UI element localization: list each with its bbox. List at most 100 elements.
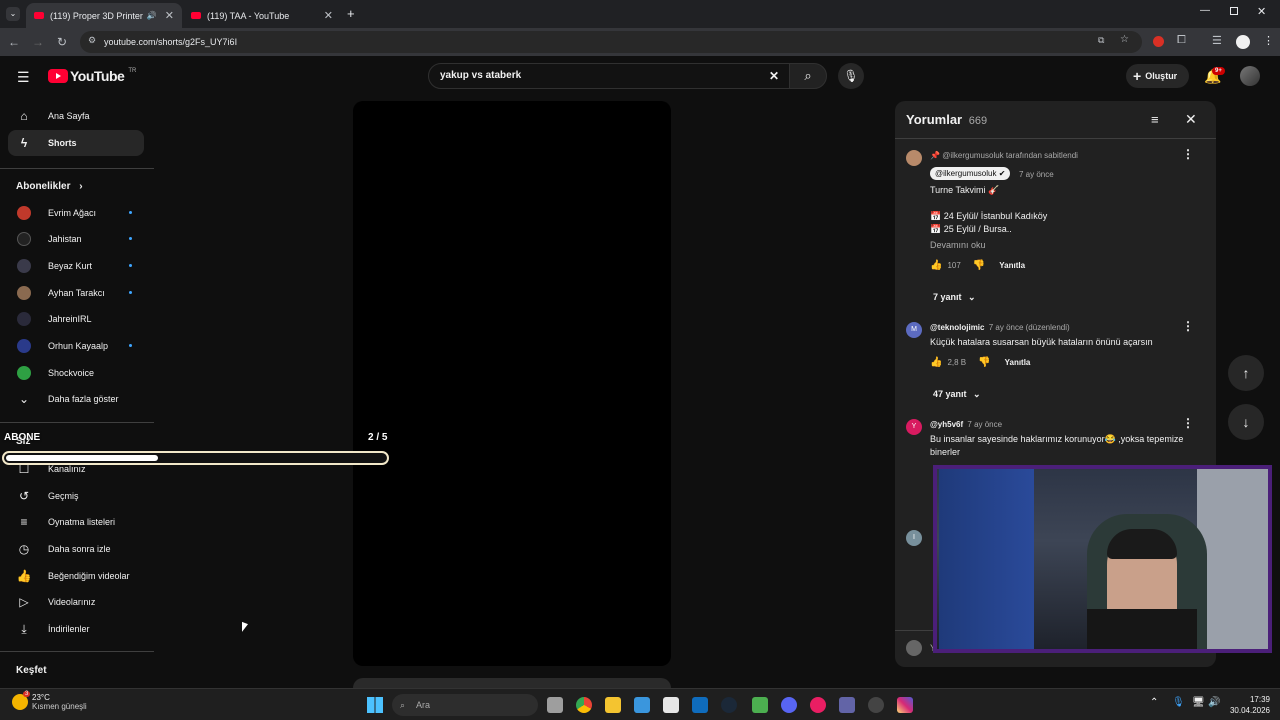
sidebar-item-label: Jahistan xyxy=(48,234,82,244)
scroll-up-button[interactable]: ↑ xyxy=(1228,355,1264,391)
webcam-wall xyxy=(1197,469,1268,649)
tab-title: (119) TAA - YouTube xyxy=(207,10,290,21)
tray-mic-icon[interactable]: 🎙 xyxy=(1172,697,1185,708)
mail-icon[interactable] xyxy=(692,697,708,713)
minecraft-icon[interactable] xyxy=(752,697,768,713)
reload-icon[interactable]: ↻ xyxy=(54,34,70,50)
tab-active[interactable]: (119) Proper 3D Printer Placement 🔊 ✕ xyxy=(26,3,182,28)
task-view-icon[interactable] xyxy=(547,697,563,713)
channel-avatar xyxy=(17,339,31,353)
shorts-video-player[interactable] xyxy=(353,101,671,666)
new-tab-icon[interactable]: + xyxy=(347,6,355,21)
teams-icon[interactable] xyxy=(839,697,855,713)
replies-toggle[interactable]: 47 yanıt ⌄ xyxy=(933,389,981,400)
sidebar-item-sub[interactable]: Shockvoice xyxy=(8,360,144,386)
site-info-icon[interactable]: ⚙ xyxy=(88,35,96,46)
live-dot xyxy=(129,237,132,240)
comment-menu-icon[interactable]: ⋮ xyxy=(1182,319,1194,333)
network-icon[interactable]: 🖥 xyxy=(1192,697,1205,708)
hamburger-menu-icon[interactable]: ☰ xyxy=(17,69,30,86)
webcam-overlay xyxy=(933,465,1272,653)
tray-chevron-icon[interactable]: ⌃ xyxy=(1150,697,1158,708)
sort-icon[interactable]: ≡ xyxy=(1151,112,1159,127)
youtube-logo[interactable]: YouTube TR xyxy=(48,68,136,84)
sidebar-item-sub[interactable]: Ayhan Tarakcı xyxy=(8,280,144,306)
sidebar-item-liked[interactable]: 👍 Beğendiğim videolar xyxy=(8,563,144,589)
steam-icon[interactable] xyxy=(721,697,737,713)
comment-author-chip[interactable]: @ilkergumusoluk ✔ xyxy=(930,167,1011,180)
sidebar-item-sub[interactable]: JahreinIRL xyxy=(8,306,144,332)
volume-icon[interactable]: 🔊 xyxy=(1208,697,1220,708)
sidebar-item-watch-later[interactable]: ◷ Daha sonra izle xyxy=(8,536,144,562)
sidebar-item-home[interactable]: ⌂ Ana Sayfa xyxy=(8,103,144,129)
comment-menu-icon[interactable]: ⋮ xyxy=(1182,416,1194,430)
replies-toggle[interactable]: 7 yanıt ⌄ xyxy=(933,292,976,303)
sidebar-item-sub[interactable]: Orhun Kayaalp xyxy=(8,333,144,359)
sidebar-item-your-videos[interactable]: ▷ Videolarınız xyxy=(8,589,144,615)
close-window-icon[interactable]: ✕ xyxy=(1257,5,1266,18)
bookmark-star-icon[interactable]: ☆ xyxy=(1120,34,1129,45)
install-app-icon[interactable]: ⧉ xyxy=(1098,35,1104,46)
minimize-icon[interactable]: — xyxy=(1200,5,1210,16)
windows-start-icon[interactable] xyxy=(367,697,383,713)
comment-menu-icon[interactable]: ⋮ xyxy=(1182,147,1194,161)
maximize-icon[interactable] xyxy=(1230,7,1238,15)
avatar[interactable]: M xyxy=(906,322,922,338)
sidebar-item-history[interactable]: ↺ Geçmiş xyxy=(8,483,144,509)
avatar[interactable] xyxy=(1240,66,1260,86)
voice-search-button[interactable]: 🎙 xyxy=(838,63,864,89)
search-input[interactable]: yakup vs ataberk ✕ xyxy=(428,63,790,89)
forward-icon[interactable]: → xyxy=(30,34,46,50)
avatar[interactable]: I xyxy=(906,530,922,546)
taskbar-search[interactable]: ⌕ Ara xyxy=(392,694,538,716)
close-tab-icon[interactable]: ✕ xyxy=(165,9,174,22)
profile-icon[interactable] xyxy=(1236,35,1250,49)
subscribe-goal-fill xyxy=(6,455,158,461)
comment-author[interactable]: @yh5v6f xyxy=(930,420,963,429)
sidebar-item-sub[interactable]: Beyaz Kurt xyxy=(8,253,144,279)
url-field[interactable]: ⚙ youtube.com/shorts/g2Fs_UY7i6I ⧉ ☆ xyxy=(80,31,1142,53)
dislike-icon[interactable]: 👎 xyxy=(973,260,985,271)
subscribe-goal-counter: 2 / 5 xyxy=(368,432,388,443)
avatar[interactable] xyxy=(906,150,922,166)
clock[interactable]: 17:39 30.04.2026 xyxy=(1228,694,1270,716)
sidebar-item-sub[interactable]: Jahistan xyxy=(8,226,144,252)
show-more-button[interactable]: ⌄ Daha fazla göster xyxy=(8,386,144,412)
extension-red-icon[interactable] xyxy=(1153,36,1164,47)
reply-button[interactable]: Yanıtla xyxy=(999,261,1025,270)
like-icon[interactable]: 👍 xyxy=(930,260,942,271)
file-explorer-icon[interactable] xyxy=(605,697,621,713)
sidebar-item-playlists[interactable]: ≡ Oynatma listeleri xyxy=(8,509,144,535)
comment-author[interactable]: @teknolojimic xyxy=(930,323,984,332)
media-player-icon[interactable] xyxy=(810,697,826,713)
chrome-menu-icon[interactable]: ⋮ xyxy=(1263,34,1274,47)
instagram-icon[interactable] xyxy=(897,697,913,713)
like-icon[interactable]: 👍 xyxy=(930,357,942,368)
tab-inactive[interactable]: (119) TAA - YouTube ✕ xyxy=(183,3,341,28)
read-more-link[interactable]: Devamını oku xyxy=(930,239,1195,252)
reply-button[interactable]: Yanıtla xyxy=(1005,358,1031,367)
close-icon[interactable]: ✕ xyxy=(1185,111,1197,128)
sidebar-item-downloads[interactable]: ⤓ İndirilenler xyxy=(8,616,144,642)
tab-media-icon[interactable]: ☰ xyxy=(1212,34,1222,47)
sidebar-item-shorts[interactable]: ϟ Shorts xyxy=(8,130,144,156)
channel-avatar xyxy=(17,312,31,326)
search-button[interactable]: ⌕ xyxy=(789,63,827,89)
create-button[interactable]: + Oluştur xyxy=(1126,64,1189,88)
discord-icon[interactable] xyxy=(781,697,797,713)
obs-icon[interactable] xyxy=(868,697,884,713)
extensions-icon[interactable]: ⧠ xyxy=(1177,34,1186,47)
app-icon[interactable] xyxy=(634,697,650,713)
close-tab-icon[interactable]: ✕ xyxy=(324,9,333,22)
avatar[interactable]: Y xyxy=(906,419,922,435)
dislike-icon[interactable]: 👎 xyxy=(978,357,990,368)
clear-search-icon[interactable]: ✕ xyxy=(769,64,779,88)
subscriptions-heading[interactable]: Abonelikler › xyxy=(16,181,83,192)
store-icon[interactable] xyxy=(663,697,679,713)
create-label: Oluştur xyxy=(1145,71,1178,81)
tab-search-icon[interactable]: ⌄ xyxy=(6,7,20,21)
chrome-icon[interactable] xyxy=(576,697,592,713)
sidebar-item-sub[interactable]: Evrim Ağacı xyxy=(8,200,144,226)
scroll-down-button[interactable]: ↓ xyxy=(1228,404,1264,440)
back-icon[interactable]: ← xyxy=(6,34,22,50)
